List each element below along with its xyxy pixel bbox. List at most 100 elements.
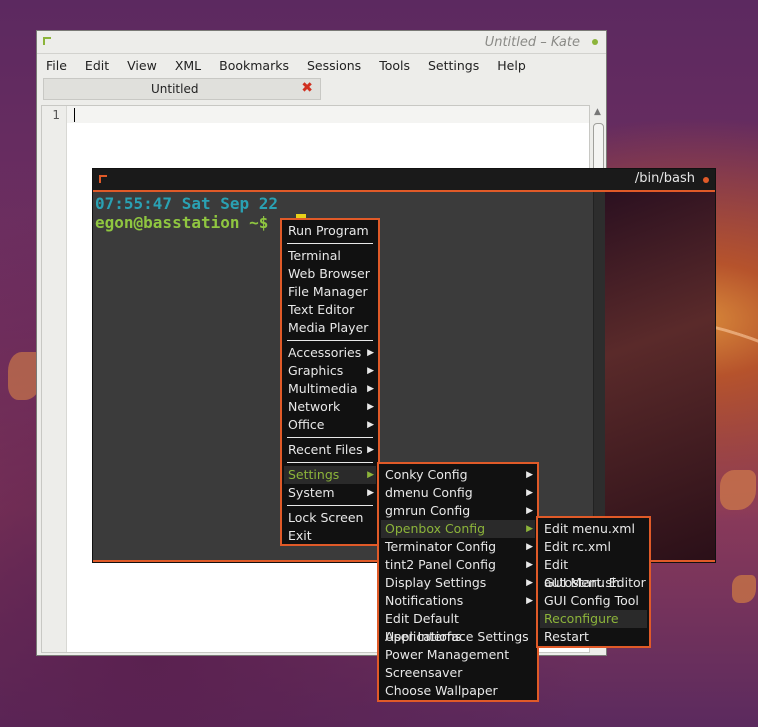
menu-item-label: tint2 Panel Config [385,557,496,572]
menu-item-dmenu-config[interactable]: dmenu Config ▶ [381,484,535,502]
menu-item-label: Edit menu.xml [544,521,635,536]
menu-item-edit-default-applications[interactable]: Edit Default Applications [381,610,535,644]
window-close-icon[interactable] [592,39,598,45]
kate-menubar: File Edit View XML Bookmarks Sessions To… [37,53,606,76]
submenu-arrow-icon: ▶ [526,488,533,498]
menu-bookmarks[interactable]: Bookmarks [219,58,289,73]
window-close-icon[interactable] [703,177,709,183]
openbox-config-submenu: Edit menu.xml Edit rc.xml Edit autostart.s… [536,516,651,648]
menu-item-label: Edit rc.xml [544,539,611,554]
menu-view[interactable]: View [127,58,157,73]
menu-item-edit-rc-xml[interactable]: Edit rc.xml [540,538,647,556]
menu-item-edit-menu-xml[interactable]: Edit menu.xml [540,520,647,538]
menu-item-label: Reconfigure [544,611,619,626]
menu-item-display-settings[interactable]: Display Settings ▶ [381,574,535,592]
menu-item-run-program[interactable]: Run Program [284,222,376,240]
menu-item-label: System [288,485,335,500]
submenu-arrow-icon: ▶ [526,506,533,516]
menu-item-label: Network [288,399,341,414]
menu-item-system[interactable]: System ▶ [284,484,376,502]
submenu-arrow-icon: ▶ [526,578,533,588]
scroll-up-icon[interactable]: ▲ [594,107,601,117]
menu-item-restart[interactable]: Restart [540,628,647,646]
menu-item-notifications[interactable]: Notifications ▶ [381,592,535,610]
menu-item-exit[interactable]: Exit [284,527,376,545]
menu-item-label: Graphics [288,363,344,378]
submenu-arrow-icon: ▶ [526,560,533,570]
menu-item-edit-autostart-sh[interactable]: Edit autostart.sh [540,556,647,590]
menu-edit[interactable]: Edit [85,58,109,73]
submenu-arrow-icon: ▶ [367,420,374,430]
menu-separator [287,243,373,244]
menu-item-label: Conky Config [385,467,468,482]
kate-titlebar[interactable]: Untitled – Kate [37,31,606,53]
window-menu-icon[interactable] [43,37,51,45]
menu-item-label: gmrun Config [385,503,471,518]
kate-window-title: Untitled – Kate [484,34,580,50]
menu-item-reconfigure[interactable]: Reconfigure [540,610,647,628]
tab-close-icon[interactable]: ✖ [301,80,313,96]
menu-item-tint2-panel-config[interactable]: tint2 Panel Config ▶ [381,556,535,574]
menu-sessions[interactable]: Sessions [307,58,361,73]
menu-item-choose-wallpaper[interactable]: Choose Wallpaper [381,682,535,700]
submenu-arrow-icon: ▶ [367,348,374,358]
menu-item-media-player[interactable]: Media Player [284,319,376,337]
menu-item-multimedia[interactable]: Multimedia ▶ [284,380,376,398]
menu-item-screensaver[interactable]: Screensaver [381,664,535,682]
menu-item-office[interactable]: Office ▶ [284,416,376,434]
menu-item-label: Office [288,417,325,432]
menu-item-gui-menu-editor[interactable]: GUI Menu Editor [540,574,647,592]
submenu-arrow-icon: ▶ [367,470,374,480]
settings-submenu: Conky Config ▶ dmenu Config ▶ gmrun Config ▶ O… [377,462,539,702]
menu-item-conky-config[interactable]: Conky Config ▶ [381,466,535,484]
window-menu-icon[interactable] [99,175,107,183]
menu-item-label: Recent Files [288,442,363,457]
menu-item-openbox-config[interactable]: Openbox Config ▶ [381,520,535,538]
submenu-arrow-icon: ▶ [526,542,533,552]
menu-item-network[interactable]: Network ▶ [284,398,376,416]
menu-settings[interactable]: Settings [428,58,479,73]
menu-separator [287,462,373,463]
menu-file[interactable]: File [46,58,67,73]
current-line-highlight [67,106,589,123]
submenu-arrow-icon: ▶ [367,384,374,394]
menu-help[interactable]: Help [497,58,526,73]
menu-tools[interactable]: Tools [379,58,410,73]
menu-item-label: Display Settings [385,575,487,590]
menu-item-recent-files[interactable]: Recent Files ▶ [284,441,376,459]
menu-item-graphics[interactable]: Graphics ▶ [284,362,376,380]
menu-item-label: Media Player [288,320,369,335]
menu-item-label: Run Program [288,223,369,238]
text-cursor [74,108,75,122]
menu-item-label: Web Browser [288,266,370,281]
menu-item-terminal[interactable]: Terminal [284,247,376,265]
menu-item-label: Terminal [288,248,341,263]
submenu-arrow-icon: ▶ [367,488,374,498]
line-number: 1 [52,108,60,122]
menu-item-gmrun-config[interactable]: gmrun Config ▶ [381,502,535,520]
menu-item-web-browser[interactable]: Web Browser [284,265,376,283]
terminal-titlebar[interactable]: /bin/bash [93,169,715,192]
line-number-gutter: 1 [42,106,67,652]
menu-item-accessories[interactable]: Accessories ▶ [284,344,376,362]
submenu-arrow-icon: ▶ [526,596,533,606]
menu-item-gui-config-tool[interactable]: GUI Config Tool [540,592,647,610]
menu-separator [287,505,373,506]
menu-item-lock-screen[interactable]: Lock Screen [284,509,376,527]
menu-separator [287,437,373,438]
menu-item-terminator-config[interactable]: Terminator Config ▶ [381,538,535,556]
tab-untitled[interactable]: Untitled ✖ [43,78,321,100]
menu-item-file-manager[interactable]: File Manager [284,283,376,301]
menu-xml[interactable]: XML [175,58,201,73]
terminal-window-title: /bin/bash [634,171,695,186]
menu-item-settings[interactable]: Settings ▶ [284,466,376,484]
kate-tabbar: Untitled ✖ [37,76,606,102]
terminal-prompt: egon@basstation ~$ [95,213,269,232]
submenu-arrow-icon: ▶ [526,524,533,534]
submenu-arrow-icon: ▶ [367,402,374,412]
menu-item-label: Terminator Config [385,539,497,554]
menu-item-user-interface-settings[interactable]: User Interface Settings [381,628,535,646]
menu-item-power-management[interactable]: Power Management [381,646,535,664]
root-menu: Run Program Terminal Web Browser File Manag… [280,218,380,546]
menu-item-text-editor[interactable]: Text Editor [284,301,376,319]
